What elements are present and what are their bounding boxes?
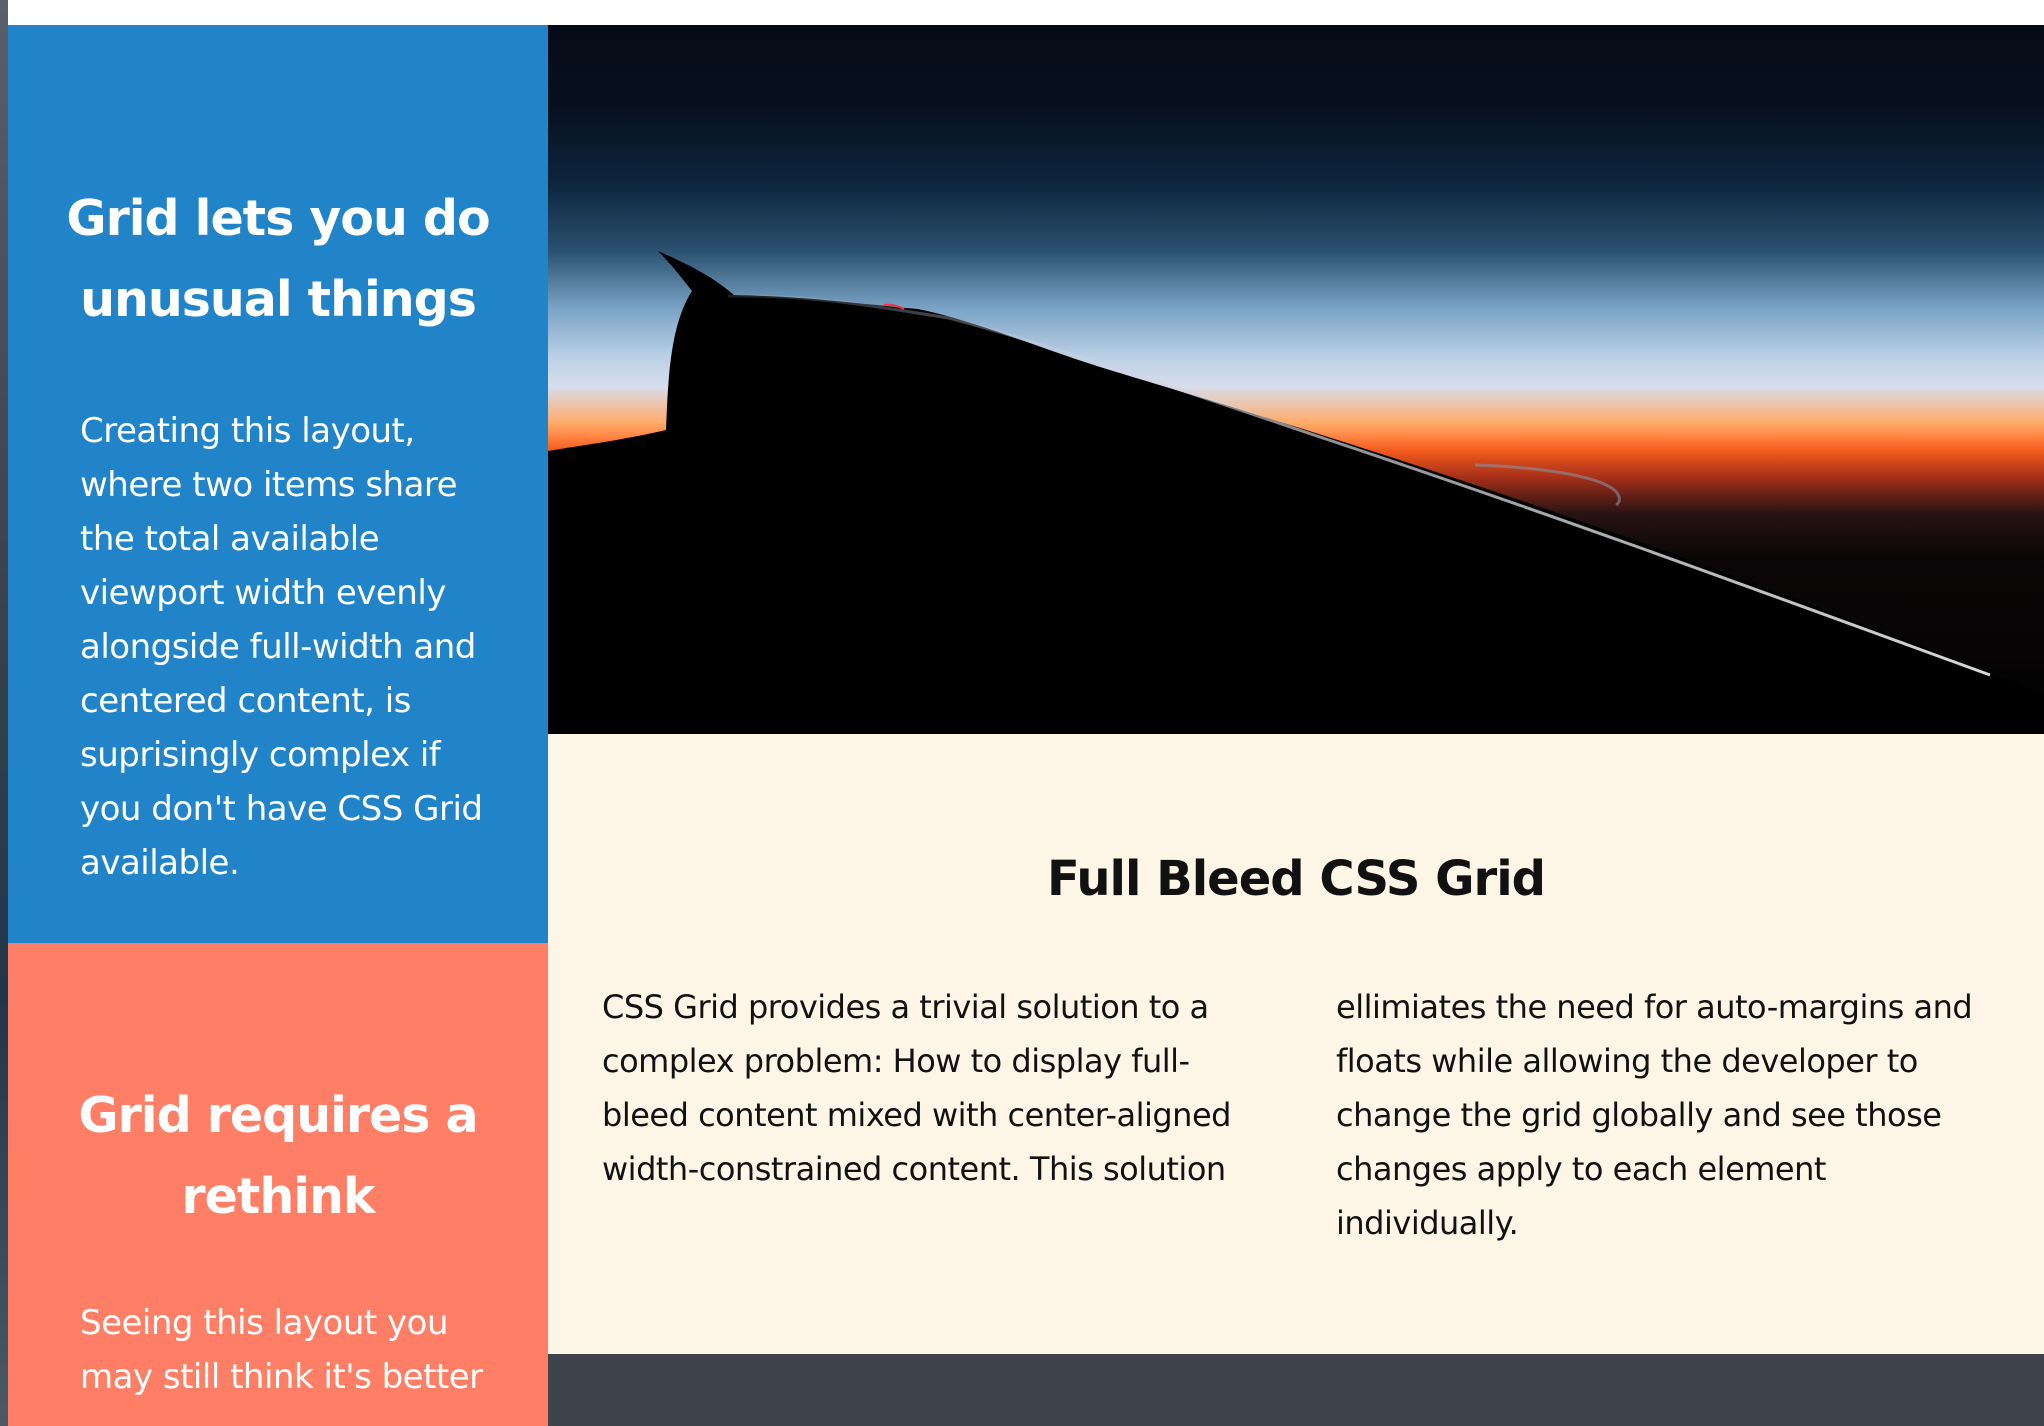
article-title: Full Bleed CSS Grid — [1046, 851, 1546, 907]
grid-rethink-text: Seeing this layout you may still think i… — [80, 1303, 483, 1397]
grid-rethink-title: Grid requires a rethink — [78, 1087, 478, 1225]
full-bleed-article: Full Bleed CSS Grid CSS Grid provides a … — [548, 734, 2044, 1354]
sunset-airplane-wing-image — [548, 25, 2044, 734]
grid-unusual-things-panel: Grid lets you do unusual things Creating… — [8, 25, 548, 943]
page: Grid lets you do unusual things Creating… — [0, 0, 2044, 1426]
left-background-edge — [0, 0, 8, 1426]
grid-rethink-panel: Grid requires a rethink Seeing this layo… — [8, 943, 548, 1426]
grid-unusual-things-title: Grid lets you do unusual things — [66, 190, 490, 328]
dark-content-band — [548, 1354, 2044, 1426]
article-column-right: ellimiates the need for auto-margins and… — [1336, 988, 1973, 1242]
top-white-strip — [0, 0, 2044, 25]
article-columns: CSS Grid provides a trivial solution to … — [602, 980, 2042, 1250]
airplane-wing-silhouette — [548, 251, 2044, 734]
grid-unusual-things-text: Creating this layout, where two items sh… — [80, 411, 483, 883]
article-column-left: CSS Grid provides a trivial solution to … — [602, 988, 1231, 1188]
